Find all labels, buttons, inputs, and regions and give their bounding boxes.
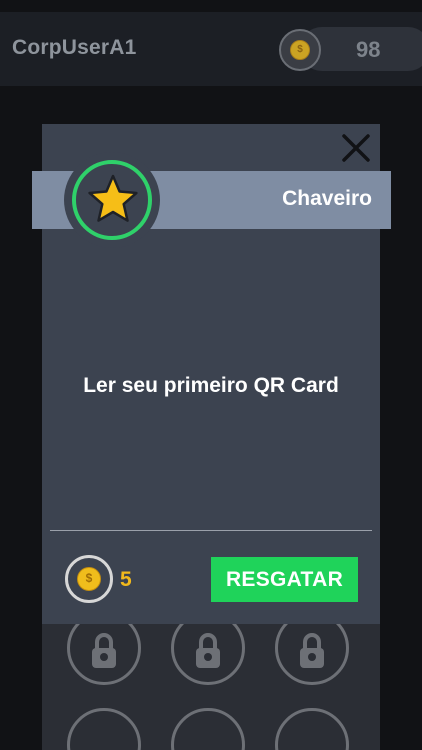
badge-ring bbox=[72, 160, 152, 240]
divider bbox=[50, 530, 372, 531]
top-bar: CorpUserA1 $ 98 bbox=[0, 12, 422, 86]
reward-coin-icon: $ bbox=[65, 555, 113, 603]
achievement-description: Ler seu primeiro QR Card bbox=[83, 374, 339, 397]
achievements-screen: CorpUserA1 $ 98 Chaveiro Ler seu primeir… bbox=[0, 0, 422, 750]
achievement-title: Chaveiro bbox=[282, 187, 372, 210]
coin-balance-value: 98 bbox=[356, 37, 381, 62]
redeem-button[interactable]: RESGATAR bbox=[211, 557, 358, 602]
star-icon bbox=[88, 174, 138, 222]
coin-symbol: $ bbox=[290, 40, 310, 60]
reward-value: 5 bbox=[120, 568, 132, 591]
reward-coin-symbol: $ bbox=[77, 567, 101, 591]
close-icon bbox=[342, 134, 370, 162]
username-label: CorpUserA1 bbox=[12, 36, 137, 59]
coin-icon: $ bbox=[279, 29, 321, 71]
close-button[interactable] bbox=[340, 132, 372, 164]
